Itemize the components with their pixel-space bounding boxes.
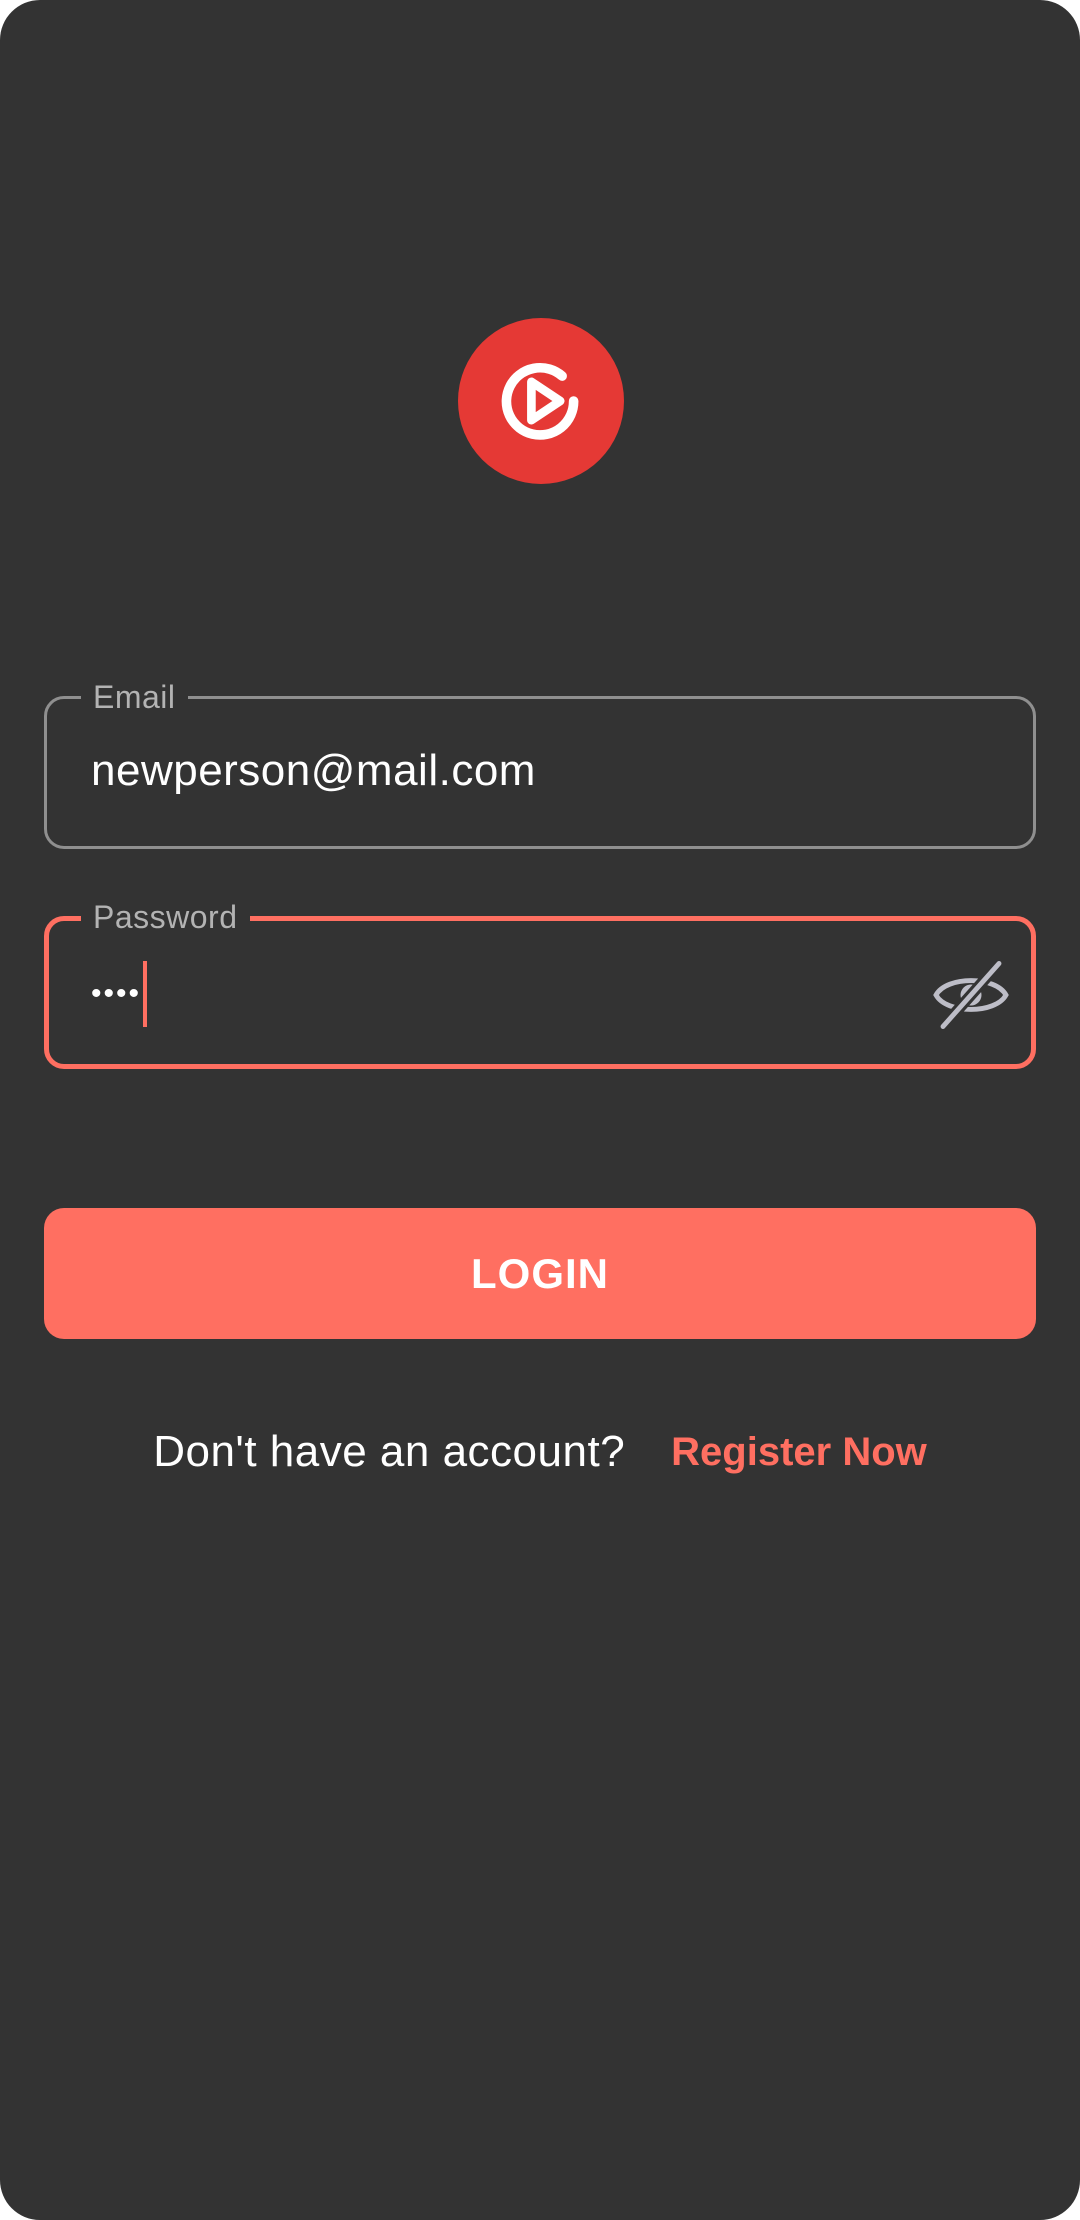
play-circle-icon — [501, 362, 579, 440]
app-logo — [458, 318, 624, 484]
register-row: Don't have an account? Register Now — [0, 1422, 1080, 1482]
password-field[interactable]: Password •••• — [44, 897, 1036, 1069]
password-masked-value: •••• — [91, 977, 142, 1010]
login-screen: Email newperson@mail.com Password •••• L… — [0, 0, 1080, 2220]
email-label: Email — [81, 677, 188, 717]
email-field[interactable]: Email newperson@mail.com — [44, 677, 1036, 849]
text-cursor — [143, 961, 148, 1027]
password-input[interactable]: •••• — [91, 961, 148, 1027]
login-button[interactable]: LOGIN — [44, 1208, 1036, 1339]
register-prompt: Don't have an account? — [153, 1427, 626, 1476]
password-label: Password — [81, 897, 250, 937]
register-now-link[interactable]: Register Now — [671, 1430, 927, 1475]
visibility-off-icon — [933, 959, 1009, 1031]
password-visibility-toggle[interactable] — [927, 951, 1015, 1039]
email-input[interactable]: newperson@mail.com — [91, 743, 536, 799]
